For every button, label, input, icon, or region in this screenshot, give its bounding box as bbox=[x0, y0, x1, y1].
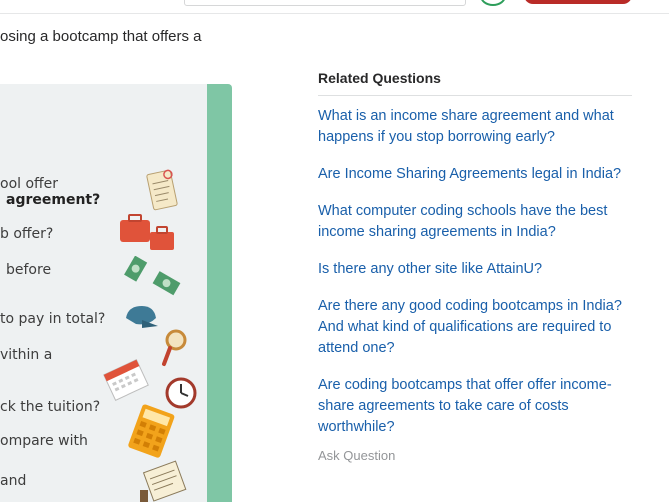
add-question-button[interactable] bbox=[524, 0, 632, 4]
infographic-line: to pay in total? bbox=[0, 311, 106, 327]
calculator-icon bbox=[128, 404, 175, 458]
related-questions-title: Related Questions bbox=[318, 70, 632, 96]
infographic-line: before bbox=[6, 262, 52, 278]
related-questions-list: What is an income share agreement and wh… bbox=[318, 106, 632, 438]
calendar-icon bbox=[103, 359, 149, 401]
document-icon bbox=[140, 460, 187, 502]
related-question-link[interactable]: Are there any good coding bootcamps in I… bbox=[318, 296, 632, 359]
magnifier-icon bbox=[162, 329, 187, 366]
clipboard-icon bbox=[146, 169, 178, 211]
top-bar bbox=[0, 0, 669, 14]
infographic-line: ck the tuition? bbox=[0, 399, 101, 415]
related-question-link[interactable]: What computer coding schools have the be… bbox=[318, 201, 632, 243]
infographic-line: ool offer bbox=[0, 176, 59, 192]
briefcase-icon bbox=[120, 214, 174, 250]
related-question-link[interactable]: Is there any other site like AttainU? bbox=[318, 259, 632, 280]
related-questions-panel: Related Questions What is an income shar… bbox=[318, 70, 632, 463]
question-text: osing a bootcamp that offers a bbox=[0, 28, 202, 45]
infographic-line: agreement? bbox=[6, 192, 101, 208]
ask-question-link[interactable]: Ask Question bbox=[318, 448, 632, 463]
related-question-link[interactable]: Are Income Sharing Agreements legal in I… bbox=[318, 164, 632, 185]
infographic-line: ompare with bbox=[0, 433, 88, 449]
status-icon[interactable] bbox=[480, 0, 506, 6]
infographic-line: vithin a bbox=[0, 347, 53, 363]
infographic-line: b offer? bbox=[0, 226, 54, 242]
infographic-accent-bar bbox=[207, 84, 232, 502]
infographic-line: and bbox=[0, 473, 27, 489]
cap-icon bbox=[126, 306, 158, 328]
related-question-link[interactable]: Are coding bootcamps that offer offer in… bbox=[318, 375, 632, 438]
money-icon bbox=[124, 256, 181, 296]
search-input[interactable] bbox=[184, 0, 466, 6]
infographic-image: ool offer agreement? b offer? before to … bbox=[0, 84, 232, 502]
related-question-link[interactable]: What is an income share agreement and wh… bbox=[318, 106, 632, 148]
